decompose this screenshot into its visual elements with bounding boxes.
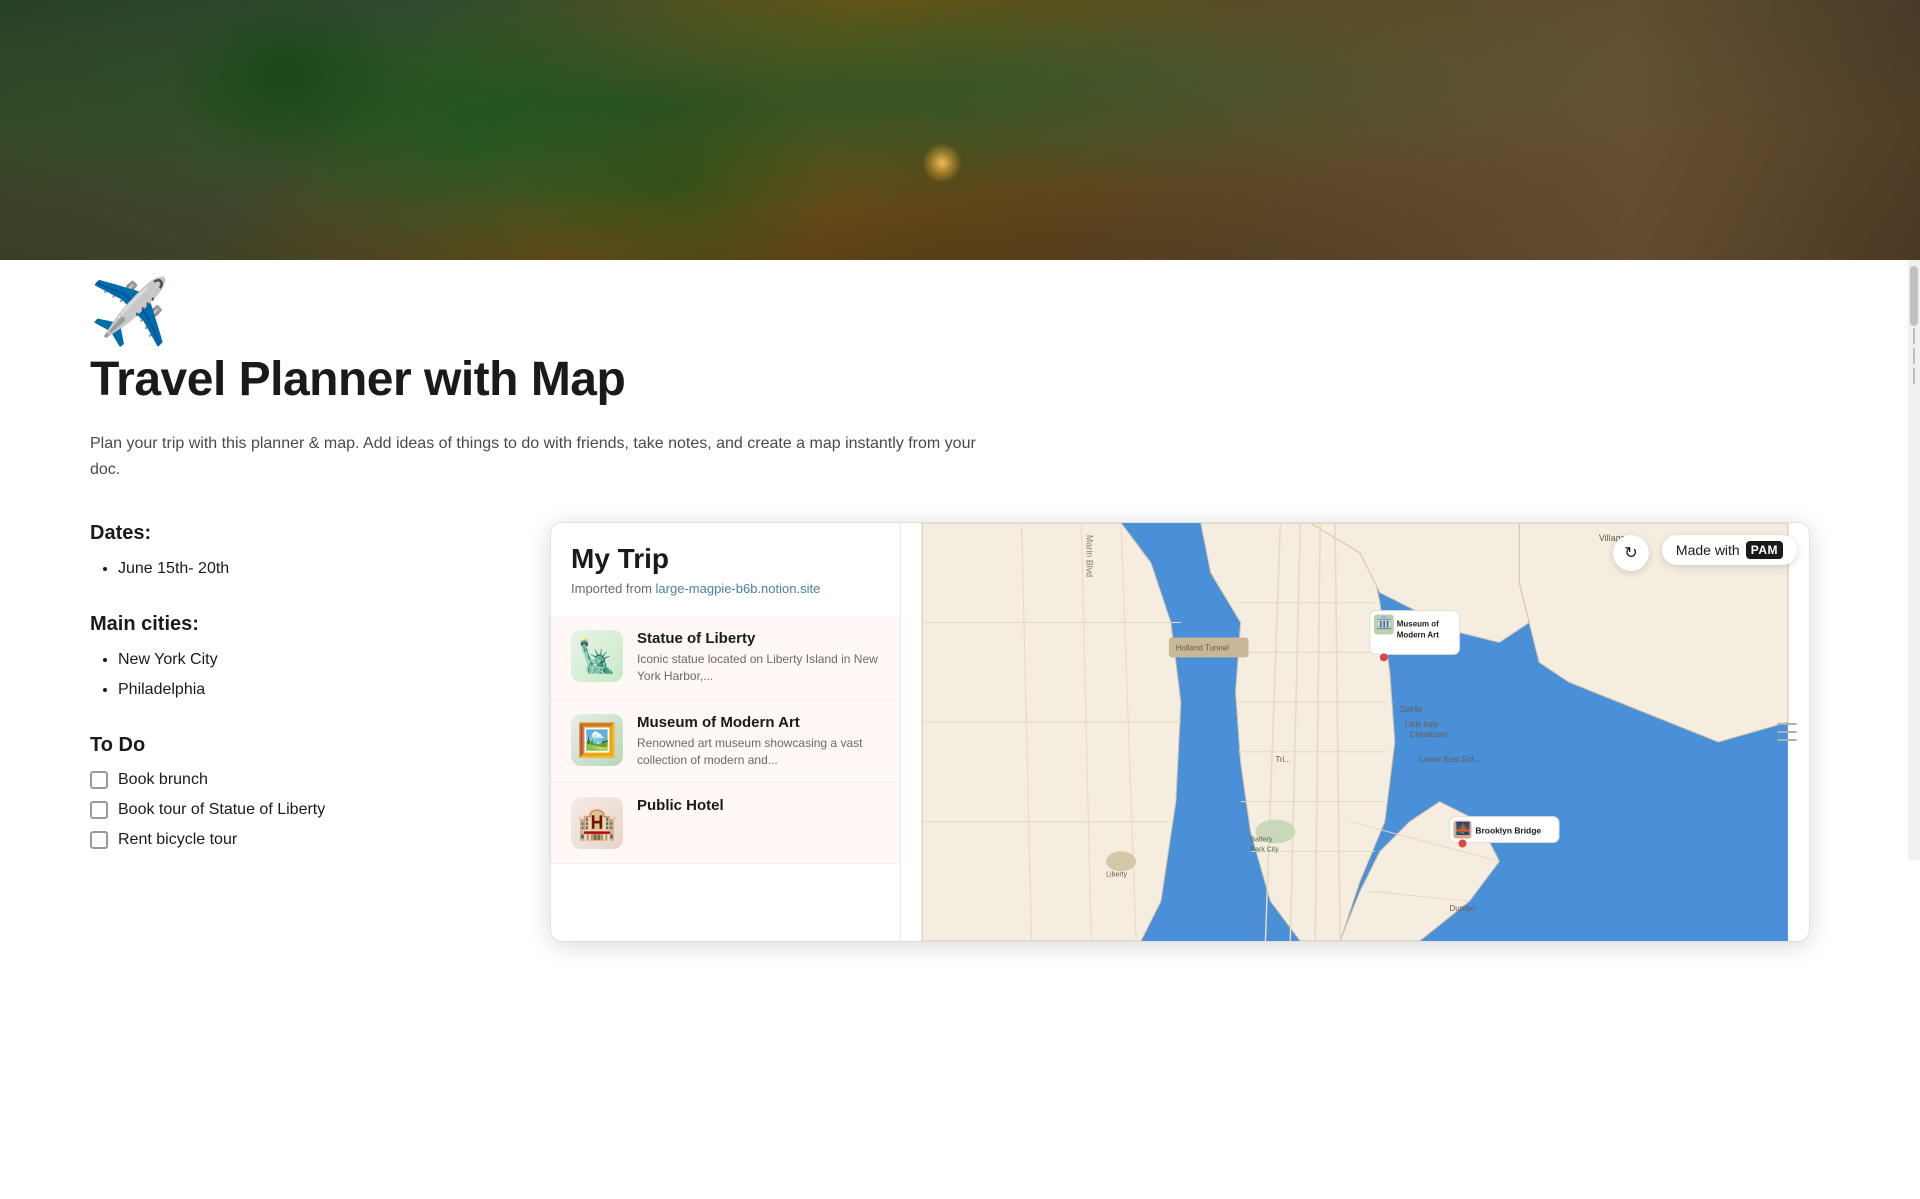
cities-list: New York City Philadelphia <box>90 648 510 702</box>
todo-item-1: Book brunch <box>90 771 510 789</box>
svg-text:Dumbo: Dumbo <box>1450 904 1476 913</box>
todo-section: To Do Book brunch Book tour of Statue of… <box>90 734 510 849</box>
svg-text:Park City: Park City <box>1251 847 1280 854</box>
moma-card-name: Museum of Modern Art <box>637 714 880 731</box>
content-area: ✈️ Travel Planner with Map Plan your tri… <box>0 260 1900 982</box>
moma-card-desc: Renowned art museum showcasing a vast co… <box>637 735 880 769</box>
moma-card-content: Museum of Modern Art Renowned art museum… <box>637 714 880 769</box>
statue-card-content: Statue of Liberty Iconic statue located … <box>637 630 880 685</box>
notion-site-link[interactable]: large-magpie-b6b.notion.site <box>656 581 821 596</box>
scrollbar-thumb[interactable] <box>1910 266 1918 326</box>
todo-checkbox-1[interactable] <box>90 771 108 789</box>
page-description: Plan your trip with this planner & map. … <box>90 431 990 482</box>
map-panel-left: My Trip Imported from large-magpie-b6b.n… <box>551 523 901 941</box>
svg-text:Liberty: Liberty <box>1106 871 1127 878</box>
map-panel-header: My Trip Imported from large-magpie-b6b.n… <box>551 523 900 616</box>
todo-item-3: Rent bicycle tour <box>90 831 510 849</box>
cities-heading: Main cities: <box>90 613 510 636</box>
svg-text:SoHo: SoHo <box>1400 704 1422 714</box>
svg-text:Brooklyn Bridge: Brooklyn Bridge <box>1475 826 1541 836</box>
svg-text:Marin Blvd: Marin Blvd <box>1084 535 1094 577</box>
map-visual: Holland Tunnel Marin Blvd Liberty Batter… <box>901 523 1809 941</box>
map-panel-title: My Trip <box>571 543 880 575</box>
hotel-card-name: Public Hotel <box>637 797 880 814</box>
hotel-icon: 🏨 <box>571 797 623 849</box>
todo-label-2: Book tour of Statue of Liberty <box>118 801 325 819</box>
city-item-philly: Philadelphia <box>118 678 510 702</box>
left-column: Dates: June 15th- 20th Main cities: New … <box>90 522 510 861</box>
svg-text:Lower East Sid...: Lower East Sid... <box>1420 755 1480 764</box>
place-card-hotel[interactable]: 🏨 Public Hotel <box>551 783 900 864</box>
map-refresh-button[interactable]: ↻ <box>1613 535 1649 571</box>
svg-text:Battery: Battery <box>1251 837 1274 844</box>
map-svg: Holland Tunnel Marin Blvd Liberty Batter… <box>901 523 1809 941</box>
svg-text:Chinatown: Chinatown <box>1410 730 1448 739</box>
svg-text:🌉: 🌉 <box>1456 822 1471 836</box>
place-card-statue[interactable]: 🗽 Statue of Liberty Iconic statue locate… <box>551 616 900 700</box>
statue-icon: 🗽 <box>571 630 623 682</box>
statue-card-desc: Iconic statue located on Liberty Island … <box>637 651 880 685</box>
dates-heading: Dates: <box>90 522 510 545</box>
imported-from-label: Imported from <box>571 581 652 596</box>
todo-heading: To Do <box>90 734 510 757</box>
todo-checkbox-3[interactable] <box>90 831 108 849</box>
svg-text:🏛️: 🏛️ <box>1376 614 1393 631</box>
page-title: Travel Planner with Map <box>90 352 1810 407</box>
map-panel-subtitle: Imported from large-magpie-b6b.notion.si… <box>571 581 880 596</box>
statue-card-name: Statue of Liberty <box>637 630 880 647</box>
dates-item-1: June 15th- 20th <box>118 557 510 581</box>
scrollbar[interactable] <box>1908 260 1920 860</box>
hotel-card-content: Public Hotel <box>637 797 880 818</box>
map-container: My Trip Imported from large-magpie-b6b.n… <box>550 522 1810 942</box>
moma-icon: 🖼️ <box>571 714 623 766</box>
todo-item-2: Book tour of Statue of Liberty <box>90 801 510 819</box>
two-col-layout: Dates: June 15th- 20th Main cities: New … <box>90 522 1810 942</box>
made-with-label: Made with <box>1676 542 1740 558</box>
hero-lamp <box>922 143 962 183</box>
dates-list: June 15th- 20th <box>90 557 510 581</box>
city-item-nyc: New York City <box>118 648 510 672</box>
map-scroll-lines <box>1777 723 1797 741</box>
pam-logo: PAM <box>1746 541 1783 559</box>
todo-label-1: Book brunch <box>118 771 208 789</box>
svg-text:Holland Tunnel: Holland Tunnel <box>1176 644 1229 653</box>
page-emoji: ✈️ <box>90 280 1810 344</box>
place-card-moma[interactable]: 🖼️ Museum of Modern Art Renowned art mus… <box>551 700 900 784</box>
hero-image <box>0 0 1920 260</box>
hero-foliage <box>0 0 1920 260</box>
svg-text:Little Italy: Little Italy <box>1405 720 1439 729</box>
svg-text:Tri...: Tri... <box>1275 755 1291 764</box>
made-with-pam-badge[interactable]: Made with PAM <box>1662 535 1797 565</box>
map-widget: My Trip Imported from large-magpie-b6b.n… <box>550 522 1810 942</box>
svg-text:Modern Art: Modern Art <box>1397 631 1439 640</box>
todo-checkbox-2[interactable] <box>90 801 108 819</box>
todo-label-3: Rent bicycle tour <box>118 831 237 849</box>
svg-text:Museum of: Museum of <box>1397 620 1439 629</box>
